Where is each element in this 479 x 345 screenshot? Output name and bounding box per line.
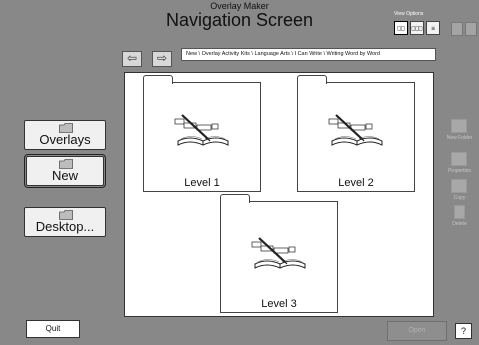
copy-button[interactable]: Copy — [440, 178, 479, 206]
properties-icon — [451, 152, 467, 166]
new-button-label: New — [51, 168, 78, 183]
folder-label: Level 2 — [338, 177, 374, 189]
book-pen-icon — [328, 114, 383, 146]
path-breadcrumb: New \ Overlay Activity Kits \ Language A… — [181, 48, 436, 61]
open-button[interactable]: Open — [387, 321, 447, 341]
trash-icon — [454, 205, 465, 219]
forward-button[interactable]: ⇨ — [152, 51, 172, 67]
overlays-button-label: Overlays — [39, 132, 91, 147]
window-control-right[interactable] — [465, 22, 477, 36]
large-icons-view-button[interactable]: □□ — [394, 21, 408, 35]
desktop-button[interactable]: Desktop... — [24, 207, 106, 237]
properties-label: Properties — [448, 168, 471, 174]
folder-level-2[interactable]: Level 2 — [297, 75, 415, 192]
book-pen-icon — [174, 114, 229, 146]
folder-level-1[interactable]: Level 1 — [143, 75, 261, 192]
new-folder-label: New Folder — [446, 135, 473, 141]
delete-button[interactable]: Delete — [440, 204, 479, 232]
copy-label: Copy — [453, 195, 466, 201]
back-button[interactable]: ⇦ — [122, 51, 142, 67]
desktop-button-label: Desktop... — [35, 219, 95, 234]
folder-browser-panel: Level 1 Level 2 Level 3 — [124, 72, 434, 317]
folder-tab — [143, 75, 173, 84]
overlays-button[interactable]: Overlays — [24, 120, 106, 150]
list-view-button[interactable]: ≡ — [426, 21, 440, 35]
view-options-label: View Options — [394, 11, 424, 17]
new-button[interactable]: New — [24, 154, 106, 188]
window-controls — [450, 22, 479, 36]
left-arrow-icon: ⇦ — [126, 51, 138, 65]
window-control-left[interactable] — [451, 22, 463, 36]
book-pen-icon — [251, 237, 306, 269]
folder-label: Level 3 — [261, 298, 297, 310]
folder-label: Level 1 — [184, 177, 220, 189]
new-folder-button[interactable]: New Folder — [440, 118, 479, 146]
folder-level-3[interactable]: Level 3 — [220, 194, 338, 313]
folder-tab — [220, 194, 250, 203]
quit-button[interactable]: Quit — [26, 320, 80, 338]
right-arrow-icon: ⇨ — [156, 51, 168, 65]
view-options: View Options □□ □□□ ≡ — [394, 11, 442, 37]
small-icons-view-button[interactable]: □□□ — [410, 21, 424, 35]
copy-icon — [451, 179, 467, 193]
help-button[interactable]: ? — [455, 323, 472, 339]
delete-label: Delete — [452, 221, 467, 227]
folder-tab — [297, 75, 327, 84]
folder-icon — [451, 119, 467, 133]
properties-button[interactable]: Properties — [440, 151, 479, 179]
